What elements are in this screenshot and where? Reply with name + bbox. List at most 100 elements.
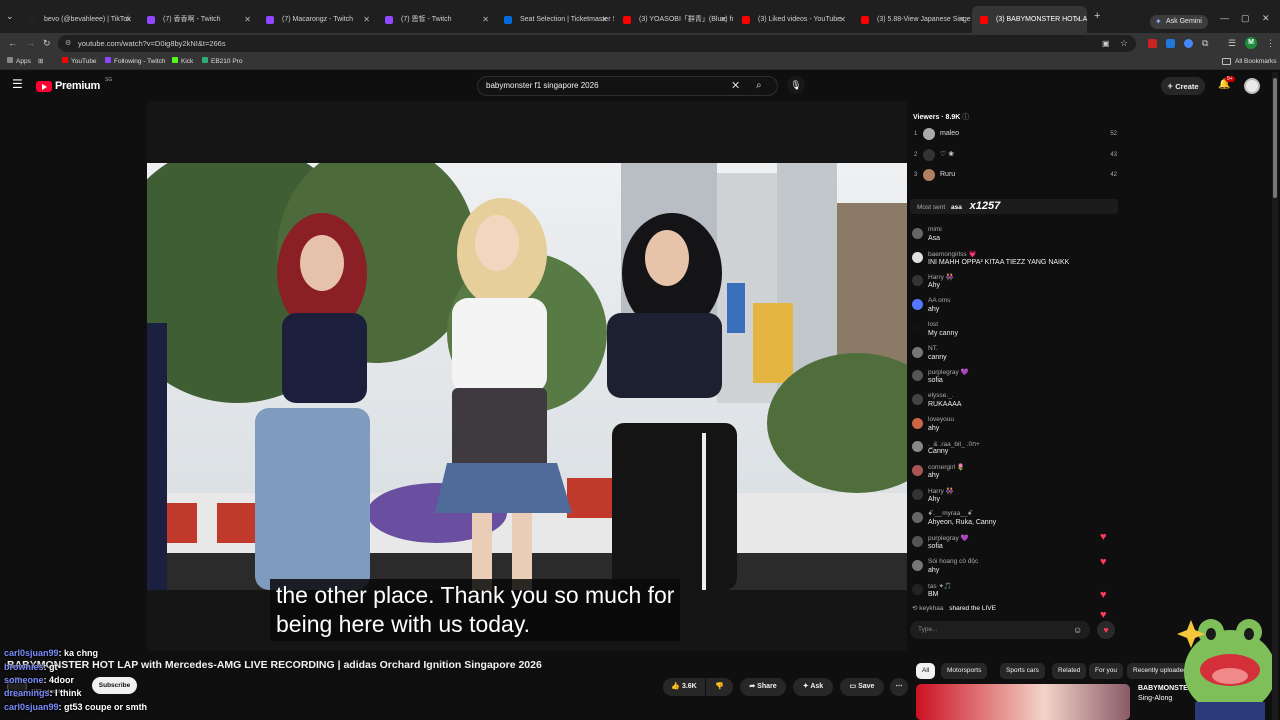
dislike-button[interactable]: 👎 [706, 678, 733, 696]
bookmark-item[interactable]: YouTube [62, 57, 97, 67]
ask-gemini-button[interactable]: ✦ Ask Gemini [1150, 15, 1208, 29]
forward-icon[interactable]: → [26, 39, 35, 48]
reload-icon[interactable]: ↻ [43, 39, 51, 48]
chat-message[interactable]: tas ✦🎵 BM [912, 582, 1112, 604]
related-filter-chip[interactable]: For you [1089, 663, 1124, 679]
chat-message[interactable]: baemongirlss 💗 INI MAHH OPPA² KITAA TIEZZ… [912, 250, 1112, 272]
tab-close-icon[interactable]: ✕ [482, 6, 489, 33]
account-avatar[interactable] [1244, 78, 1260, 94]
like-button[interactable]: 👍 3.6K [663, 678, 705, 696]
chat-message[interactable]: AA oms ahy [912, 297, 1112, 319]
browser-tab[interactable]: (3) Liked videos - YouTube ✕ [734, 6, 852, 33]
tab-close-icon[interactable]: ✕ [1074, 6, 1081, 33]
clear-search-icon[interactable]: ✕ [731, 77, 740, 95]
hamburger-menu-icon[interactable]: ☰ [12, 78, 23, 90]
chat-message[interactable]: NT. canny [912, 345, 1112, 367]
back-icon[interactable]: ← [8, 39, 17, 48]
extensions-puzzle-icon[interactable]: ⧉ [1202, 39, 1208, 48]
create-button[interactable]: + Create [1161, 77, 1205, 95]
all-bookmarks[interactable]: All Bookmarks [1235, 57, 1277, 67]
video-player[interactable] [147, 101, 907, 651]
search-input[interactable]: babymonster f1 singapore 2026 ✕ ⌕ [477, 76, 778, 96]
minimize-icon[interactable]: — [1220, 14, 1229, 23]
chat-message[interactable]: purplegray 💜 sofia [912, 368, 1112, 390]
chat-message[interactable]: purplegray 💜 sofia [912, 534, 1112, 556]
overlay-chat-line: dreamings: I think [4, 688, 82, 698]
chat-message[interactable]: ._& .raa_bit_ .0ก+ Canny [912, 439, 1112, 461]
browser-tab[interactable]: Seat Selection | Ticketmaster SG ✕ [496, 6, 614, 33]
install-app-icon[interactable]: ▣ [1102, 35, 1110, 52]
close-window-icon[interactable]: ✕ [1262, 14, 1270, 23]
new-tab-icon[interactable]: + [1094, 11, 1100, 22]
related-filter-chip[interactable]: Motorsports [941, 663, 988, 679]
subscribe-button[interactable]: Subscribe [92, 677, 137, 694]
extension-icon-2[interactable] [1166, 39, 1175, 48]
browser-tab[interactable]: (7) 恩皙 - Twitch ✕ [377, 6, 495, 33]
extension-icon-1[interactable] [1148, 39, 1157, 48]
browser-tab[interactable]: bevo (@bevahleee) | TikTok ✕ [20, 6, 138, 33]
more-actions-button[interactable]: ⋯ [890, 678, 908, 696]
tab-search-icon[interactable]: ☰ [1228, 39, 1236, 48]
voice-search-mic-icon[interactable]: 🎙 [787, 76, 805, 94]
info-icon[interactable]: ⓘ [962, 114, 969, 121]
tab-close-icon[interactable]: ✕ [125, 6, 132, 33]
related-filter-chip[interactable]: All [916, 663, 936, 679]
browser-menu-icon[interactable]: ⋮ [1266, 39, 1275, 48]
tab-close-icon[interactable]: ✕ [958, 6, 965, 33]
chat-message[interactable]: loveyouu ahy [912, 416, 1112, 438]
tab-list-icon[interactable]: ⌄ [6, 12, 14, 21]
related-filter-chip[interactable]: Related [1052, 663, 1087, 679]
save-playlist-icon: ▭ [849, 683, 859, 690]
chatter-avatar [912, 275, 923, 287]
send-heart-button[interactable]: ♥ [1097, 621, 1115, 639]
maximize-icon[interactable]: ▢ [1241, 14, 1250, 23]
tab-favicon-icon [385, 16, 393, 24]
profile-avatar[interactable]: M [1245, 37, 1257, 49]
browser-tab[interactable]: (3) 5.88-View Japanese Singer ✕ [853, 6, 971, 33]
chat-message-text: BM [928, 590, 939, 598]
tab-close-icon[interactable]: ✕ [363, 6, 370, 33]
bookmark-favicon-icon [62, 57, 68, 63]
bookmark-item[interactable]: Apps [7, 57, 31, 67]
tab-close-icon[interactable]: ✕ [839, 6, 846, 33]
bookmark-item[interactable]: EB210 Pro [202, 57, 242, 67]
bookmark-item[interactable]: Following - Twitch [105, 57, 166, 67]
chat-message[interactable]: Sói hoang cô độc ahy [912, 558, 1112, 580]
viewer-count: 42 [1110, 172, 1117, 178]
chat-message[interactable]: Harry 👭 Ahy [912, 273, 1112, 295]
top-viewer-row[interactable]: 2 ♡ ❀ 43 [912, 148, 1122, 162]
chat-message[interactable]: lost My canny [912, 321, 1112, 343]
bookmark-item[interactable]: Kick [172, 57, 193, 67]
top-viewer-row[interactable]: 3 Ruru 42 [912, 168, 1122, 182]
emoji-icon[interactable]: ☺ [1073, 621, 1082, 639]
share-button[interactable]: ➦ Share [740, 678, 786, 696]
browser-tab[interactable]: (7) 香香啊 - Twitch ✕ [139, 6, 257, 33]
related-thumbnail[interactable] [916, 684, 1130, 720]
search-icon[interactable]: ⌕ [756, 77, 762, 95]
extension-icon-3[interactable] [1184, 39, 1193, 48]
apps-grid-icon[interactable]: ⊞ [38, 57, 43, 67]
viewer-avatar [923, 149, 935, 161]
related-filter-chip[interactable]: Sports cars [1000, 663, 1045, 679]
ask-button[interactable]: ✦ Ask [793, 678, 833, 696]
tab-close-icon[interactable]: ✕ [601, 6, 608, 33]
chat-message[interactable]: Harry 👭 Ahy [912, 487, 1112, 509]
tab-close-icon[interactable]: ✕ [720, 6, 727, 33]
browser-tab[interactable]: (7) Macarongz - Twitch ✕ [258, 6, 376, 33]
chat-message[interactable]: ꗃ.__myraa__ꗃ Ahyeon, Ruka, Canny [912, 510, 1112, 532]
address-bar[interactable]: ⚙ youtube.com/watch?v=D0ig8by2kNI&t=266s… [58, 35, 1136, 52]
chat-message[interactable]: mimi Asa [912, 226, 1112, 248]
save-button[interactable]: ▭ Save [840, 678, 884, 696]
browser-tab[interactable]: (3) YOASOBI「群青」(Blue) from✕ [615, 6, 733, 33]
page-scrollbar-thumb[interactable] [1273, 78, 1277, 198]
chat-message[interactable]: cornergirl 🌷 ahy [912, 463, 1112, 485]
site-info-icon[interactable]: ⚙ [65, 35, 71, 52]
top-viewer-row[interactable]: 1 maleo 52 [912, 127, 1122, 141]
browser-tab[interactable]: (3) BABYMONSTER HOT LA ✕ [972, 6, 1087, 33]
bookmark-star-icon[interactable]: ☆ [1120, 35, 1128, 52]
chat-message-text: RUKAAAA [928, 400, 962, 408]
chat-message[interactable]: elysse._. RUKAAAA [912, 392, 1112, 414]
tab-close-icon[interactable]: ✕ [244, 6, 251, 33]
chat-input[interactable]: Type... ☺ [910, 621, 1090, 639]
video-frame[interactable] [147, 163, 907, 590]
